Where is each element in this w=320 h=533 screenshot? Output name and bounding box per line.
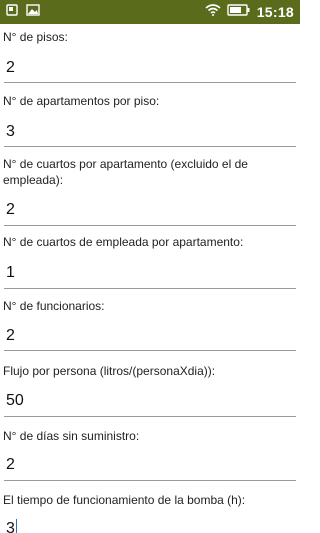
battery-icon xyxy=(226,3,251,21)
staff-input[interactable]: 2 xyxy=(6,326,15,346)
field-label: El tiempo de funcionamiento de la bomba … xyxy=(3,493,246,507)
field-apartments-per-floor: N° de apartamentos por piso: 3 xyxy=(0,90,300,150)
field-label: N° de pisos: xyxy=(3,30,68,44)
pump-runtime-value: 3 xyxy=(6,520,15,533)
input-underline xyxy=(4,350,296,351)
field-label: N° de funcionarios: xyxy=(3,299,105,313)
field-maid-rooms: N° de cuartos de empleada por apartament… xyxy=(0,232,300,292)
apartments-per-floor-input[interactable]: 3 xyxy=(6,122,15,142)
text-cursor xyxy=(15,519,17,533)
status-bar: 15:18 xyxy=(0,0,300,24)
floors-input[interactable]: 2 xyxy=(6,58,15,78)
input-underline xyxy=(4,288,296,289)
image-icon xyxy=(26,3,40,21)
input-underline xyxy=(4,416,296,417)
field-floors: N° de pisos: 2 xyxy=(0,24,300,84)
maid-rooms-input[interactable]: 1 xyxy=(6,263,15,283)
field-pump-runtime: El tiempo de funcionamiento de la bomba … xyxy=(0,489,300,533)
wifi-icon xyxy=(205,3,221,21)
rooms-per-apartment-input[interactable]: 2 xyxy=(6,200,15,220)
field-label: N° de días sin suministro: xyxy=(3,429,140,443)
input-underline xyxy=(4,480,296,481)
input-underline xyxy=(4,82,296,83)
field-staff: N° de funcionarios: 2 xyxy=(0,295,300,355)
status-time: 15:18 xyxy=(256,4,294,20)
field-label: N° de apartamentos por piso: xyxy=(3,94,160,108)
flow-per-person-input[interactable]: 50 xyxy=(6,391,24,411)
field-flow-per-person: Flujo por persona (litros/(personaXdia))… xyxy=(0,361,300,421)
days-without-supply-input[interactable]: 2 xyxy=(6,455,15,475)
pump-runtime-input[interactable]: 3 xyxy=(6,519,17,533)
field-days-without-supply: N° de días sin suministro: 2 xyxy=(0,425,300,485)
input-underline xyxy=(4,146,296,147)
notification-icon xyxy=(6,3,18,21)
field-label: Flujo por persona (litros/(personaXdia))… xyxy=(3,364,216,378)
field-label: N° de cuartos por apartamento (excluido … xyxy=(3,157,248,187)
input-underline xyxy=(4,225,296,226)
field-label: N° de cuartos de empleada por apartament… xyxy=(3,235,244,249)
field-rooms-per-apartment: N° de cuartos por apartamento (excluido … xyxy=(0,154,300,234)
